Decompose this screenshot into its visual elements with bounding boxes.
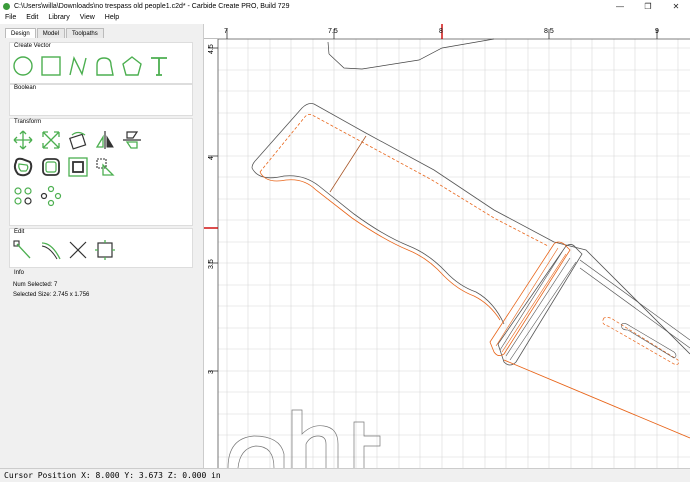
array-icon[interactable]: [12, 185, 34, 207]
create-vector-group: Create Vector: [9, 42, 193, 84]
window-title: C:\Users\willa\Downloads\no trespass old…: [14, 2, 290, 10]
minimize-button[interactable]: —: [606, 0, 634, 12]
fillet-icon[interactable]: [40, 156, 62, 178]
offset-icon[interactable]: [12, 156, 34, 178]
ruler-y-label: 4.5: [208, 44, 215, 54]
app-icon: [3, 2, 10, 10]
rotate-icon[interactable]: [67, 129, 89, 151]
left-ruler: 4.5 4 3.5 3: [204, 39, 219, 468]
inset-icon[interactable]: [67, 156, 89, 178]
menu-edit[interactable]: Edit: [21, 14, 43, 21]
join-icon[interactable]: [94, 239, 116, 261]
mirror-icon[interactable]: [94, 129, 116, 151]
cursor-position: Cursor Position X: 8.000 Y: 3.673 Z: 0.0…: [4, 471, 221, 480]
rectangle-icon[interactable]: [40, 55, 62, 77]
create-vector-title: Create Vector: [14, 43, 51, 49]
text-icon[interactable]: [148, 55, 170, 77]
ruler-y-label: 3: [208, 370, 215, 374]
design-canvas[interactable]: 7 7.5 8 8.5 9 4.5 4 3.5 3: [204, 24, 690, 468]
title-bar: C:\Users\willa\Downloads\no trespass old…: [0, 0, 690, 12]
circle-icon[interactable]: [12, 55, 34, 77]
info-title: Info: [14, 270, 25, 276]
menu-bar: File Edit Library View Help: [0, 12, 690, 23]
trim-icon[interactable]: [67, 239, 89, 261]
polygon-icon[interactable]: [121, 55, 143, 77]
transform-group: Transform: [9, 118, 193, 226]
status-bar: Cursor Position X: 8.000 Y: 3.673 Z: 0.0…: [0, 468, 690, 482]
align-icon[interactable]: [121, 129, 143, 151]
info-group: Info Num Selected: 7 Selected Size: 2.74…: [9, 270, 191, 302]
design-panel: Design Model Toolpaths Create Vector Boo…: [0, 24, 204, 468]
transform-title: Transform: [14, 119, 42, 125]
menu-help[interactable]: Help: [100, 14, 124, 21]
scale-icon[interactable]: [40, 129, 62, 151]
move-icon[interactable]: [12, 129, 34, 151]
top-ruler: 7 7.5 8 8.5 9: [204, 24, 690, 40]
selected-vector[interactable]: [259, 171, 501, 321]
menu-file[interactable]: File: [0, 14, 21, 21]
vector-path[interactable]: [251, 103, 690, 355]
guard[interactable]: [489, 241, 583, 366]
tab-model[interactable]: Model: [36, 28, 66, 38]
selected-size: Selected Size: 2.745 x 1.756: [13, 292, 90, 298]
edit-title: Edit: [14, 229, 25, 235]
boolean-group: Boolean: [9, 84, 193, 116]
tab-design[interactable]: Design: [5, 28, 36, 38]
restore-button[interactable]: ❐: [634, 0, 662, 12]
text-outline[interactable]: [227, 409, 381, 468]
selected-vector[interactable]: [503, 359, 690, 439]
polyline-icon[interactable]: [67, 55, 89, 77]
ruler-x-label: 8: [439, 28, 443, 35]
num-selected: Num Selected: 7: [13, 282, 58, 288]
menu-library[interactable]: Library: [43, 14, 74, 21]
vector-path[interactable]: [621, 323, 677, 359]
tab-toolpaths[interactable]: Toolpaths: [66, 28, 104, 38]
ruler-x-label: 7.5: [328, 28, 338, 35]
node-edit-icon[interactable]: [12, 239, 34, 261]
edit-group: Edit: [9, 228, 193, 268]
smooth-icon[interactable]: [40, 239, 62, 261]
grid: [204, 24, 690, 468]
ruler-x-label: 7: [224, 28, 228, 35]
curve-icon[interactable]: [94, 55, 116, 77]
circular-array-icon[interactable]: [40, 185, 62, 207]
vector-path[interactable]: [329, 135, 367, 193]
ruler-x-label: 8.5: [544, 28, 554, 35]
canvas-svg: 7 7.5 8 8.5 9 4.5 4 3.5 3: [204, 24, 690, 468]
vector-path[interactable]: [327, 38, 495, 70]
ruler-y-label: 3.5: [208, 259, 215, 269]
menu-view[interactable]: View: [75, 14, 100, 21]
boolean-title: Boolean: [14, 85, 37, 91]
ruler-x-label: 9: [655, 28, 659, 35]
ruler-y-label: 4: [208, 156, 215, 160]
close-button[interactable]: ✕: [662, 0, 690, 12]
distort-icon[interactable]: [94, 156, 116, 178]
